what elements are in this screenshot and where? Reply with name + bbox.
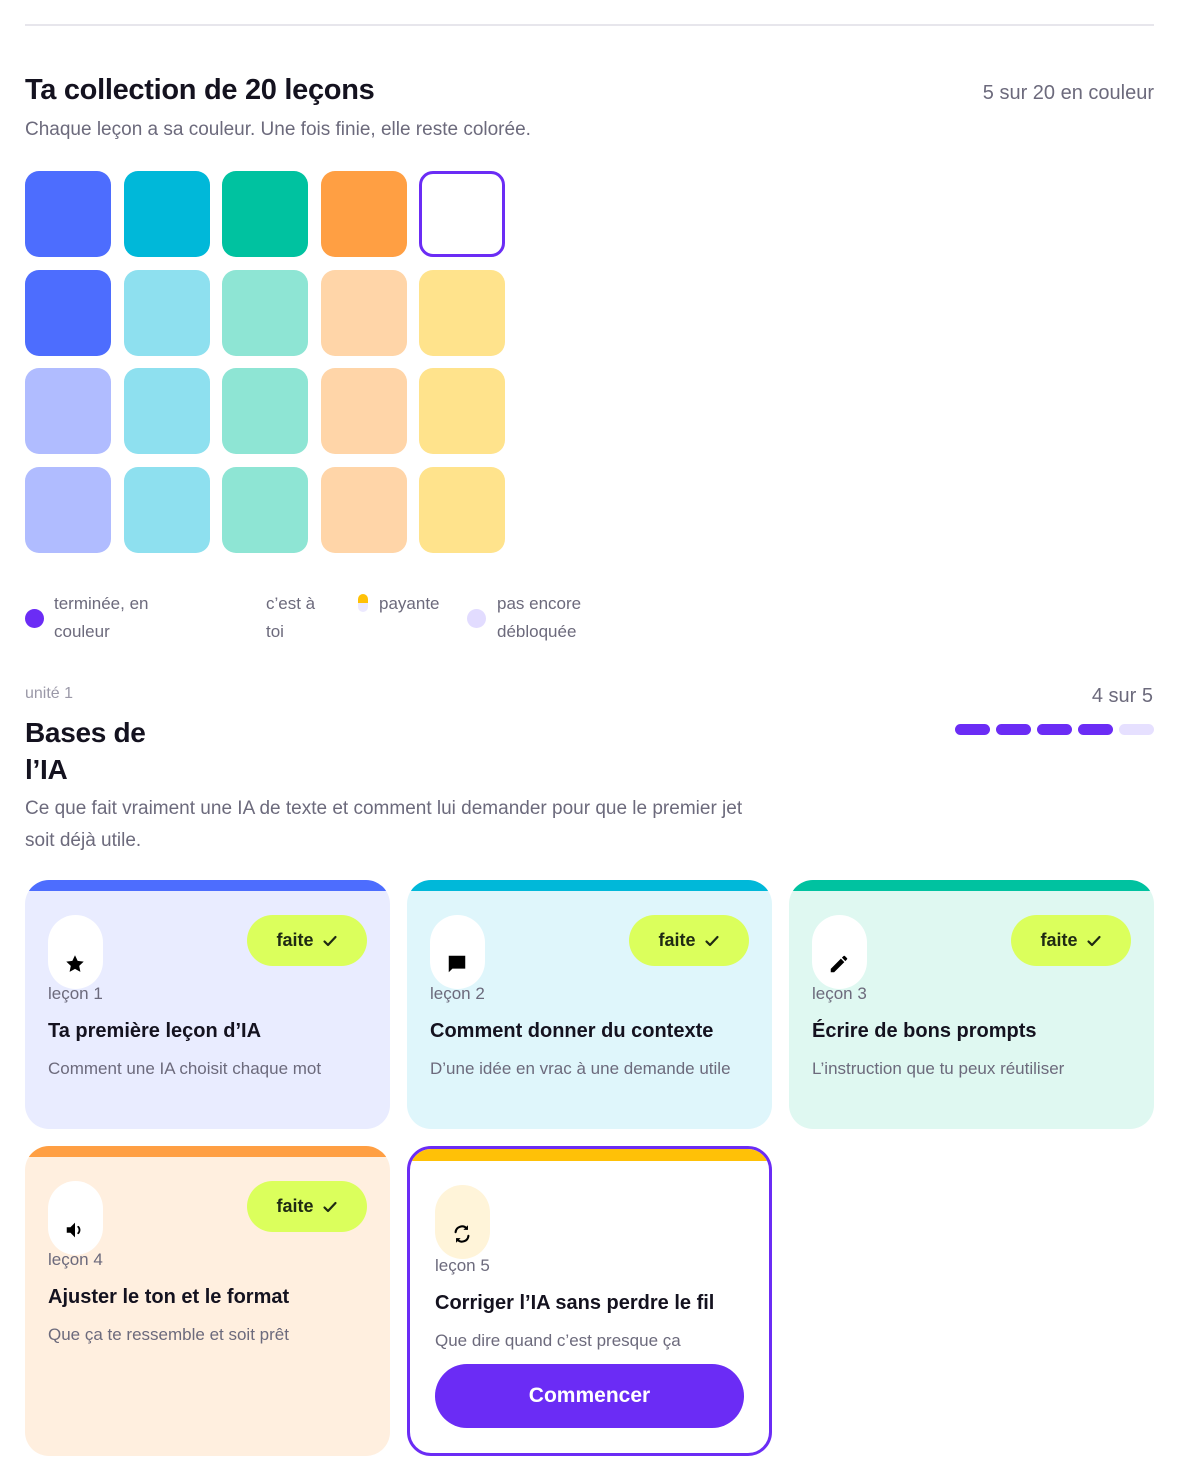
collection-count: 5 sur 20 en couleur	[982, 82, 1154, 104]
progress-segment-done	[1037, 724, 1072, 735]
lesson-tile[interactable]	[320, 269, 407, 356]
lesson-icon-holder	[435, 1185, 490, 1259]
paid-pill-icon	[358, 594, 368, 612]
lesson-tile[interactable]	[123, 368, 210, 454]
start-lesson-button[interactable]: Commencer	[435, 1364, 744, 1428]
done-badge-label: faite	[276, 930, 314, 950]
unit-title: Bases de l’IA	[25, 717, 146, 785]
lesson-number: leçon 5	[435, 1256, 490, 1275]
pencil-icon	[830, 955, 848, 973]
lesson-tile[interactable]	[320, 368, 407, 454]
lesson-color-band	[410, 1149, 769, 1161]
lesson-title: Corriger l’IA sans perdre le fil	[435, 1292, 715, 1314]
done-badge-label: faite	[658, 930, 696, 950]
lesson-icon-holder	[48, 915, 103, 989]
legend-locked-label: pas encore débloquée	[497, 594, 582, 641]
top-divider	[25, 24, 1154, 26]
chat-icon	[448, 955, 466, 973]
lesson-description: Que dire quand c’est presque ça	[435, 1331, 681, 1350]
check-icon	[322, 935, 337, 946]
lesson-tile[interactable]	[123, 171, 210, 257]
legend-done-label: terminée, en couleur	[54, 594, 149, 641]
progress-segment-done	[955, 724, 990, 735]
lesson-tile[interactable]	[25, 466, 111, 553]
locked-dot-icon	[467, 609, 486, 628]
done-badge-label: faite	[276, 1196, 314, 1216]
lesson-icon-holder	[48, 1181, 103, 1255]
star-icon	[66, 955, 84, 972]
lesson-description: L’instruction que tu peux réutiliser	[812, 1059, 1065, 1078]
lesson-tile-current[interactable]	[419, 171, 505, 257]
lesson-color-band	[25, 880, 390, 891]
lesson-description: D’une idée en vrac à une demande utile	[430, 1059, 731, 1078]
unit-progress-count: 4 sur 5	[1091, 685, 1153, 707]
progress-segment-done	[1078, 724, 1113, 735]
done-badge: faite	[247, 1181, 367, 1232]
lesson-tile[interactable]	[222, 171, 308, 257]
refresh-icon	[454, 1225, 470, 1243]
lesson-description: Que ça te ressemble et soit prêt	[48, 1325, 289, 1344]
done-dot-icon	[25, 609, 44, 628]
legend: terminée, en couleur c’est à toi payante…	[25, 590, 625, 650]
lesson-title: Ta première leçon d’IA	[48, 1020, 262, 1042]
done-badge-label: faite	[1040, 930, 1078, 950]
lesson-description: Comment une IA choisit chaque mot	[48, 1059, 322, 1078]
lesson-number: leçon 2	[430, 984, 485, 1003]
lesson-tile[interactable]	[419, 466, 505, 553]
check-icon	[322, 1201, 337, 1212]
speaker-icon	[66, 1222, 81, 1238]
lesson-title: Écrire de bons prompts	[812, 1020, 1037, 1042]
lesson-color-grid	[25, 171, 505, 553]
lesson-number: leçon 3	[812, 984, 867, 1003]
unit-progress-bar	[955, 724, 1154, 735]
done-badge: faite	[1011, 915, 1131, 966]
lesson-tile[interactable]	[123, 466, 210, 553]
lesson-card-2[interactable]: faite leçon 2 Comment donner du contexte…	[407, 880, 772, 1129]
done-badge: faite	[247, 915, 367, 966]
lesson-tile[interactable]	[320, 466, 407, 553]
collection-subtitle: Chaque leçon a sa couleur. Une fois fini…	[25, 119, 531, 140]
lesson-title: Comment donner du contexte	[430, 1020, 714, 1042]
legend-yours-label: c’est à toi	[266, 594, 316, 641]
legend-paid-label: payante	[379, 594, 440, 613]
progress-segment-todo	[1119, 724, 1154, 735]
lesson-icon-holder	[430, 915, 485, 989]
lesson-color-band	[789, 880, 1154, 891]
done-badge: faite	[629, 915, 749, 966]
lesson-number: leçon 4	[48, 1250, 103, 1269]
unit-label: unité 1	[25, 685, 74, 702]
lesson-number: leçon 1	[48, 984, 103, 1003]
lesson-tile[interactable]	[419, 368, 505, 454]
collection-title: Ta collection de 20 leçons	[25, 74, 375, 106]
lesson-title: Ajuster le ton et le format	[48, 1286, 290, 1308]
check-icon	[1086, 935, 1101, 946]
lesson-card-5-current[interactable]: leçon 5 Corriger l’IA sans perdre le fil…	[407, 1146, 772, 1456]
lesson-tile[interactable]	[320, 171, 407, 257]
lesson-tile[interactable]	[25, 368, 111, 454]
lesson-tile[interactable]	[222, 269, 308, 356]
check-icon	[704, 935, 719, 946]
lesson-card-1[interactable]: faite leçon 1 Ta première leçon d’IA Com…	[25, 880, 390, 1129]
lesson-tile[interactable]	[123, 269, 210, 356]
progress-segment-done	[996, 724, 1031, 735]
lesson-icon-holder	[812, 915, 867, 989]
lesson-card-3[interactable]: faite leçon 3 Écrire de bons prompts L’i…	[789, 880, 1154, 1129]
lesson-tile[interactable]	[222, 466, 308, 553]
lesson-color-band	[407, 880, 772, 891]
lesson-card-4[interactable]: faite leçon 4 Ajuster le ton et le forma…	[25, 1146, 390, 1456]
lesson-tile[interactable]	[25, 269, 111, 356]
lesson-tile[interactable]	[222, 368, 308, 454]
unit-description: Ce que fait vraiment une IA de texte et …	[25, 798, 743, 851]
lesson-tile[interactable]	[25, 171, 111, 257]
lesson-tile[interactable]	[419, 269, 505, 356]
lesson-color-band	[25, 1146, 390, 1157]
